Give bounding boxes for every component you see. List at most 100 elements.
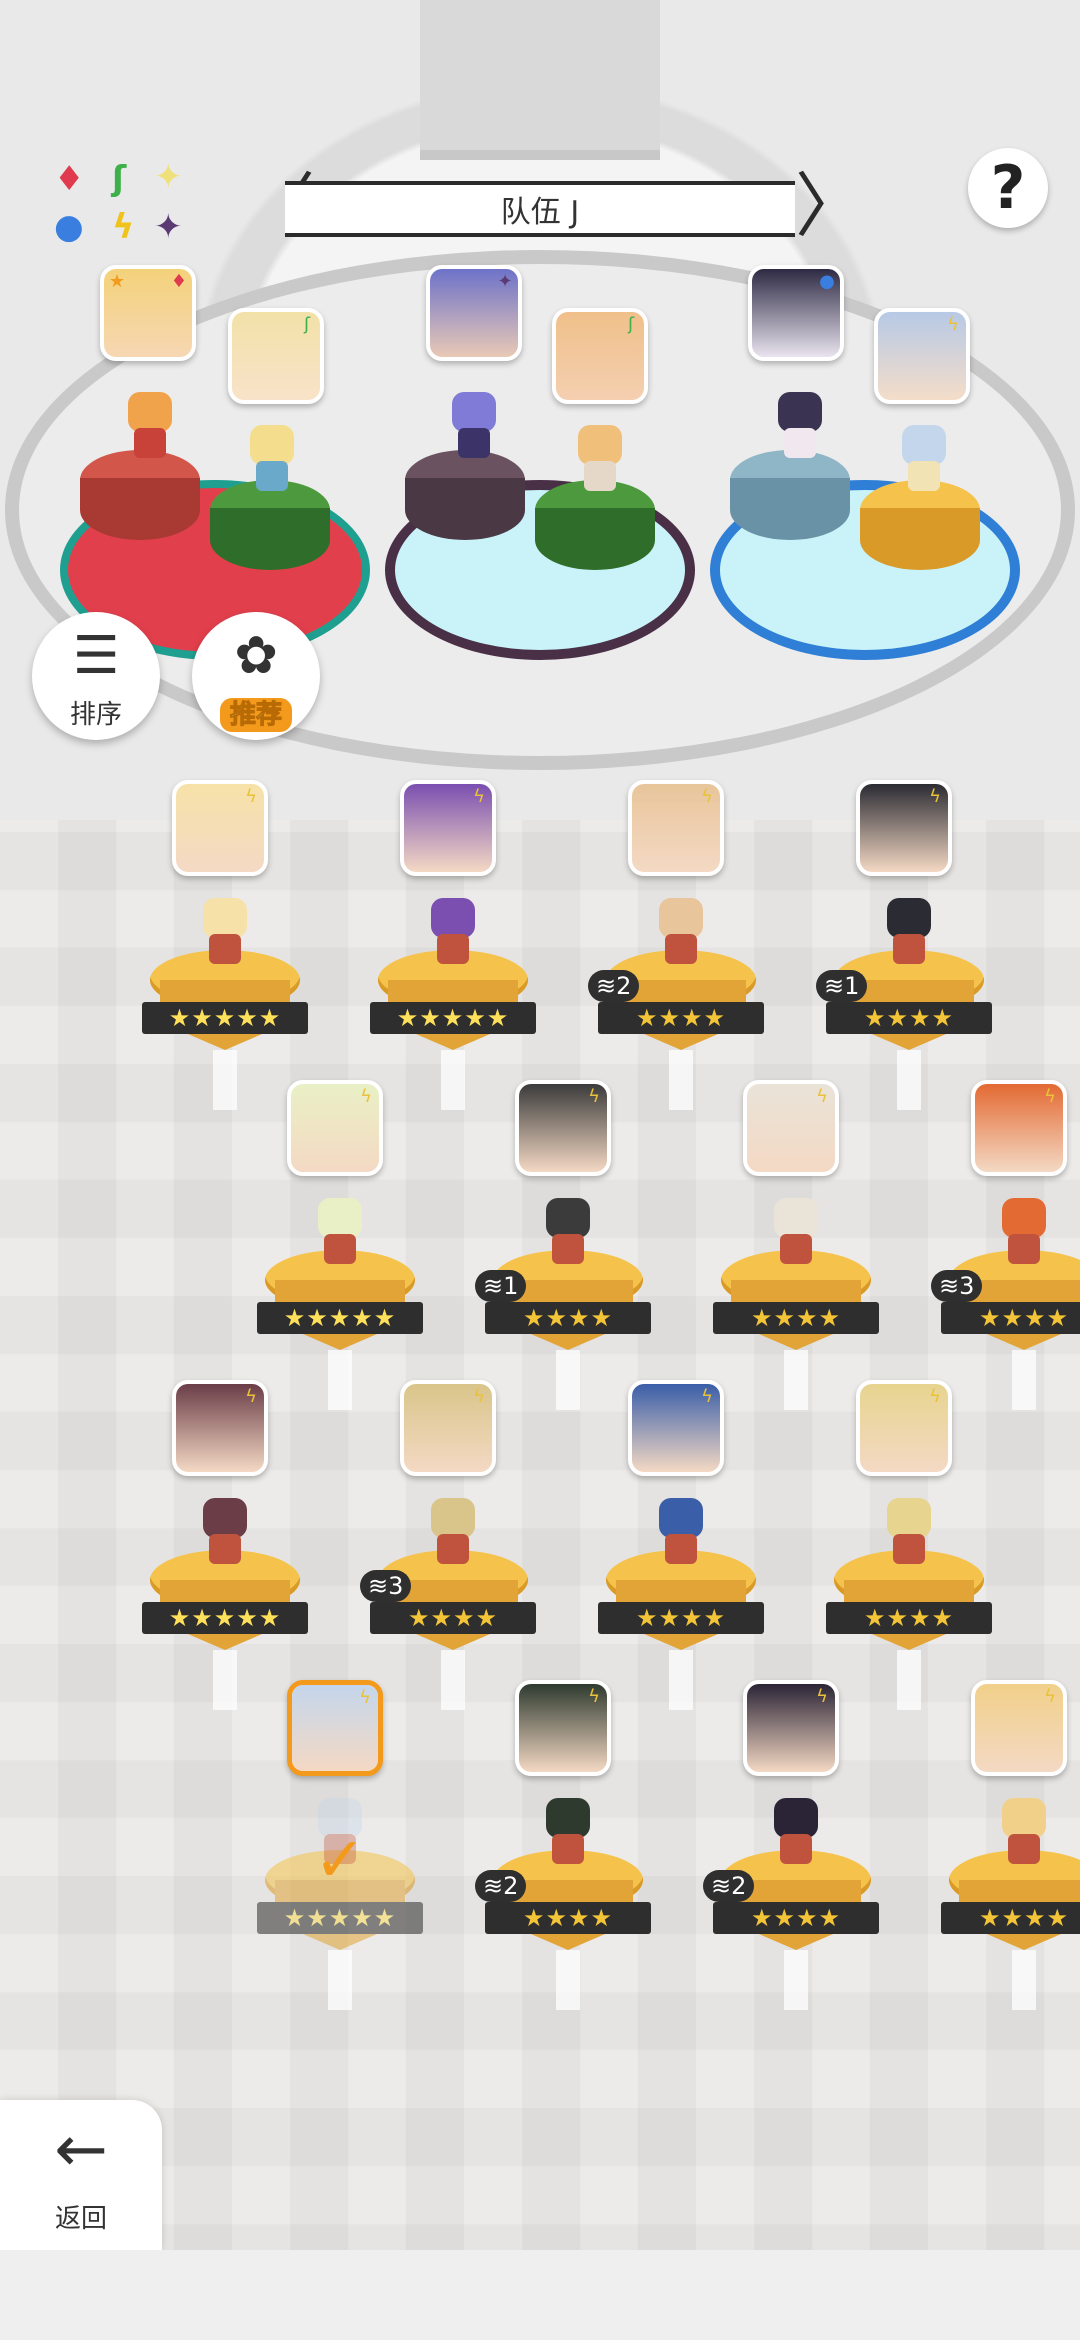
next-team-button[interactable]: 〉 bbox=[795, 171, 865, 245]
character-sprite[interactable] bbox=[193, 1498, 257, 1564]
character-pedestal[interactable]: ★★★★ ≋2 bbox=[703, 1850, 879, 1960]
character-portrait[interactable]: ϟ bbox=[743, 1080, 839, 1176]
character-pedestal[interactable]: ★★★★★ bbox=[370, 950, 536, 1060]
character-portrait[interactable]: ϟ bbox=[287, 1080, 383, 1176]
dark-element-icon: ✦ bbox=[497, 271, 513, 292]
character-pedestal[interactable]: ★★★★★ bbox=[142, 1550, 308, 1660]
team-character-sprite[interactable] bbox=[240, 425, 304, 491]
sort-button[interactable]: ☰ 排序 bbox=[32, 612, 160, 740]
character-pedestal[interactable]: ★★★★ bbox=[713, 1250, 879, 1360]
character-sprite[interactable] bbox=[421, 898, 485, 964]
character-portrait[interactable]: ϟ bbox=[287, 1680, 383, 1776]
recommend-button[interactable]: ✿ 推荐 bbox=[192, 612, 320, 740]
dark-element-icon: ✦ bbox=[154, 207, 183, 247]
character-sprite[interactable] bbox=[649, 1498, 713, 1564]
character-portrait[interactable]: ϟ bbox=[971, 1680, 1067, 1776]
light-element-icon: ✦ bbox=[154, 157, 183, 197]
team-character-sprite[interactable] bbox=[568, 425, 632, 491]
character-sprite[interactable] bbox=[877, 1498, 941, 1564]
team-character-portrait[interactable]: ϟ bbox=[874, 308, 970, 404]
character-sprite[interactable] bbox=[764, 1198, 828, 1264]
star-rating: ★★★★ bbox=[370, 1602, 536, 1634]
fire-element-icon: ♦ bbox=[170, 271, 188, 292]
duplicate-count-badge: ≋2 bbox=[588, 970, 640, 1002]
character-portrait[interactable]: ϟ bbox=[400, 1380, 496, 1476]
star-rating: ★★★★ bbox=[941, 1302, 1080, 1334]
character-sprite[interactable] bbox=[877, 898, 941, 964]
character-pedestal[interactable]: ★★★★ ≋2 bbox=[588, 950, 764, 1060]
character-portrait[interactable]: ϟ bbox=[628, 1380, 724, 1476]
thunder-element-icon: ϟ bbox=[1044, 1686, 1056, 1707]
star-rating: ★★★★ bbox=[713, 1302, 879, 1334]
character-sprite[interactable] bbox=[992, 1198, 1056, 1264]
thunder-element-icon: ϟ bbox=[360, 1086, 372, 1107]
wind-element-icon: ʃ bbox=[627, 314, 635, 335]
wind-element-icon: ʃ bbox=[112, 159, 127, 199]
thunder-element-icon: ϟ bbox=[701, 1386, 713, 1407]
help-button[interactable]: ? bbox=[968, 148, 1048, 228]
thunder-element-icon: ϟ bbox=[701, 786, 713, 807]
duplicate-count-badge: ≋3 bbox=[931, 1270, 983, 1302]
star-rating: ★★★★★ bbox=[142, 1002, 308, 1034]
character-sprite[interactable] bbox=[308, 1198, 372, 1264]
thunder-element-icon: ϟ bbox=[947, 314, 959, 335]
sort-icon: ☰ bbox=[72, 626, 120, 686]
star-rating: ★★★★★ bbox=[370, 1002, 536, 1034]
character-portrait[interactable]: ϟ bbox=[856, 780, 952, 876]
team-character-sprite[interactable] bbox=[892, 425, 956, 491]
team-character-sprite[interactable] bbox=[442, 392, 506, 458]
character-portrait[interactable]: ϟ bbox=[515, 1080, 611, 1176]
character-sprite[interactable] bbox=[193, 898, 257, 964]
team-character-portrait[interactable]: ● bbox=[748, 265, 844, 361]
team-character-portrait[interactable]: ★ ♦ bbox=[100, 265, 196, 361]
team-character-sprite[interactable] bbox=[768, 392, 832, 458]
character-pedestal[interactable]: ★★★★ ≋3 bbox=[360, 1550, 536, 1660]
character-pedestal[interactable]: ★★★★ bbox=[598, 1550, 764, 1660]
thunder-element-icon: ϟ bbox=[245, 1386, 257, 1407]
character-sprite[interactable] bbox=[536, 1198, 600, 1264]
thunder-element-icon: ϟ bbox=[588, 1086, 600, 1107]
thunder-element-icon: ϟ bbox=[588, 1686, 600, 1707]
duplicate-count-badge: ≋1 bbox=[475, 1270, 527, 1302]
character-portrait[interactable]: ϟ bbox=[971, 1080, 1067, 1176]
character-pedestal[interactable]: ★★★★ ≋2 bbox=[475, 1850, 651, 1960]
team-character-portrait[interactable]: ʃ bbox=[552, 308, 648, 404]
team-name: 队伍 J bbox=[285, 181, 795, 237]
character-pedestal[interactable]: ★★★★ bbox=[826, 1550, 992, 1660]
character-pedestal[interactable]: ★★★★ bbox=[941, 1850, 1080, 1960]
thunder-element-icon: ϟ bbox=[1044, 1086, 1056, 1107]
character-sprite[interactable] bbox=[992, 1798, 1056, 1864]
character-sprite[interactable] bbox=[764, 1798, 828, 1864]
character-portrait[interactable]: ϟ bbox=[856, 1380, 952, 1476]
team-character-sprite[interactable] bbox=[118, 392, 182, 458]
arena-gate-decoration bbox=[420, 0, 660, 160]
character-pedestal[interactable]: ★★★★ ≋1 bbox=[475, 1250, 651, 1360]
character-portrait[interactable]: ϟ bbox=[743, 1680, 839, 1776]
element-affinity-chart[interactable]: ♦ ʃ ✦ ● ϟ ✦ bbox=[48, 160, 198, 250]
character-sprite[interactable] bbox=[536, 1798, 600, 1864]
team-character-portrait[interactable]: ʃ bbox=[228, 308, 324, 404]
character-portrait[interactable]: ϟ bbox=[172, 1380, 268, 1476]
character-sprite[interactable] bbox=[421, 1498, 485, 1564]
character-portrait[interactable]: ϟ bbox=[172, 780, 268, 876]
character-portrait[interactable]: ϟ bbox=[515, 1680, 611, 1776]
star-rating: ★★★★ bbox=[485, 1302, 651, 1334]
thunder-element-icon: ϟ bbox=[359, 1687, 371, 1708]
character-portrait[interactable]: ϟ bbox=[400, 780, 496, 876]
character-pedestal[interactable]: ★★★★ ≋1 bbox=[816, 950, 992, 1060]
star-rating: ★★★★ bbox=[598, 1602, 764, 1634]
star-rating: ★★★★ bbox=[941, 1902, 1080, 1934]
team-character-portrait[interactable]: ✦ bbox=[426, 265, 522, 361]
character-pedestal[interactable]: ★★★★ ≋3 bbox=[931, 1250, 1080, 1360]
back-button[interactable]: ← 返回 bbox=[0, 2100, 162, 2250]
thunder-element-icon: ϟ bbox=[112, 207, 135, 247]
prev-team-button[interactable]: 〈 bbox=[245, 171, 315, 245]
star-rating: ★★★★★ bbox=[257, 1902, 423, 1934]
character-pedestal[interactable]: ★★★★★ bbox=[142, 950, 308, 1060]
recommend-icon: ✿ bbox=[234, 626, 278, 686]
thunder-element-icon: ϟ bbox=[929, 786, 941, 807]
character-pedestal[interactable]: ★★★★★ bbox=[257, 1250, 423, 1360]
character-portrait[interactable]: ϟ bbox=[628, 780, 724, 876]
star-rating: ★★★★ bbox=[598, 1002, 764, 1034]
character-sprite[interactable] bbox=[649, 898, 713, 964]
